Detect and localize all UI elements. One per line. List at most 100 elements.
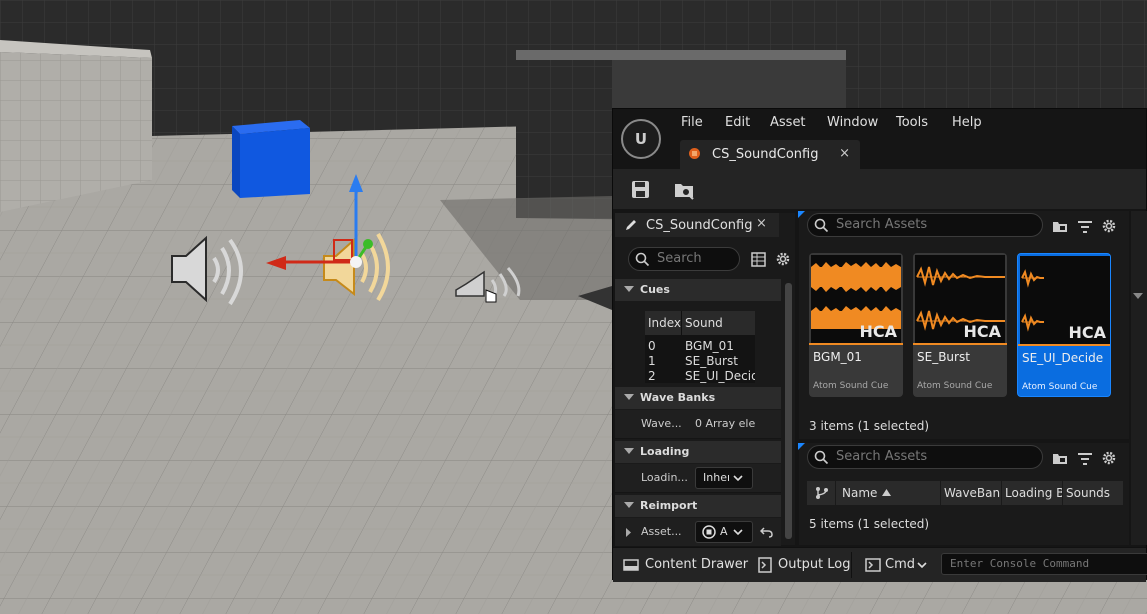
settings-gear-icon[interactable] (775, 251, 791, 267)
file-reference-icon (702, 525, 716, 539)
cues-table-header: Index Sound (645, 311, 755, 335)
table-row[interactable]: 1 SE_Burst (645, 354, 755, 369)
section-reimport-label: Reimport (640, 499, 698, 512)
reset-arrow-icon[interactable] (760, 526, 773, 538)
cue-sound: BGM_01 (685, 339, 734, 353)
col-sounds[interactable]: Sounds (1063, 481, 1123, 505)
settings-gear-icon[interactable] (1101, 218, 1117, 234)
terminal-icon (865, 558, 881, 572)
wave-banks-value: 0 Array elements (695, 417, 755, 430)
sound-config-icon (689, 148, 700, 159)
col-source-control[interactable] (807, 481, 835, 505)
hca-badge: HCA (859, 322, 897, 341)
col-wavebank-label: WaveBank (944, 486, 1001, 500)
tab-title: CS_SoundConfig (712, 147, 819, 162)
asset-search-input[interactable]: Search Assets (807, 213, 1043, 237)
hca-badge: HCA (963, 322, 1001, 341)
asset-name: BGM_01 (813, 350, 862, 364)
loading-dropdown[interactable]: Inherited (695, 467, 753, 489)
waveform-thumbnail: HCA (811, 255, 901, 343)
col-sound[interactable]: Sound (685, 316, 723, 330)
asset-type: Atom Sound Cue (813, 381, 889, 391)
status-bar: Content Drawer Output Log Cmd Enter Cons… (613, 547, 1147, 582)
menu-file[interactable]: File (681, 115, 703, 130)
folder-icon[interactable] (1052, 219, 1068, 235)
details-search-input[interactable]: Search (628, 247, 740, 271)
section-reimport[interactable]: Reimport (615, 495, 781, 517)
divider (851, 552, 852, 578)
cues-table: Index Sound 0 BGM_01 1 SE_Burst 2 SE_UI_… (645, 311, 755, 383)
content-drawer-icon (623, 559, 639, 571)
content-drawer-label: Content Drawer (645, 557, 749, 572)
asset-name: SE_Burst (917, 350, 970, 364)
asset-name: SE_UI_Decide (1022, 351, 1104, 365)
list-search-placeholder: Search Assets (836, 449, 928, 464)
collapse-arrow-icon (624, 286, 634, 292)
asset-tile-se-ui-decide[interactable]: HCA SE_UI_Decide Atom Sound Cue (1017, 253, 1111, 397)
filter-icon[interactable] (1077, 219, 1093, 235)
output-log-icon (758, 557, 772, 573)
tab-close-button[interactable]: × (839, 146, 850, 161)
collapsed-side-panel[interactable] (1131, 211, 1147, 545)
collapse-arrow-icon (624, 502, 634, 508)
menu-asset[interactable]: Asset (770, 115, 806, 130)
folder-icon[interactable] (1052, 451, 1068, 467)
branch-icon (816, 487, 828, 499)
asset-list-panel: Search Assets Name WaveBank Loading B So… (798, 443, 1129, 545)
asset-search-placeholder: Search Assets (836, 217, 928, 232)
settings-gear-icon[interactable] (1101, 450, 1117, 466)
menu-tools[interactable]: Tools (896, 115, 928, 130)
col-loading-label: Loading B (1005, 486, 1062, 500)
chevron-down-icon (733, 475, 743, 482)
panel-corner-marker (798, 211, 805, 218)
asset-tile-se-burst[interactable]: HCA SE_Burst Atom Sound Cue (913, 253, 1007, 397)
wave-banks-row: Wave... 0 Array elements (615, 410, 781, 439)
loading-row: Loadin... Inherited (615, 464, 781, 493)
menu-bar: File Edit Asset Window Tools Help (613, 109, 1146, 139)
browse-to-asset-icon[interactable] (673, 179, 695, 201)
col-wavebank[interactable]: WaveBank (941, 481, 1001, 505)
cue-index: 0 (648, 339, 656, 353)
console-command-input[interactable]: Enter Console Command (941, 553, 1147, 575)
section-loading[interactable]: Loading (615, 441, 781, 463)
table-view-icon[interactable] (751, 252, 766, 267)
collapse-arrow-icon (624, 394, 634, 400)
unreal-logo-icon: U (621, 119, 661, 159)
menu-window[interactable]: Window (827, 115, 878, 130)
reimport-dropdown-value: A (720, 525, 728, 538)
menu-edit[interactable]: Edit (725, 115, 750, 130)
search-icon (635, 252, 650, 267)
tab-cs-soundconfig[interactable]: CS_SoundConfig × (680, 140, 860, 169)
details-scrollbar[interactable] (785, 283, 792, 539)
pencil-icon (626, 220, 636, 230)
col-name[interactable]: Name (836, 481, 940, 505)
editor-toolbar (613, 169, 1146, 209)
section-wave-banks[interactable]: Wave Banks (615, 387, 781, 409)
waveform-thumbnail: HCA (1020, 256, 1110, 344)
expand-arrow-icon[interactable] (625, 528, 632, 537)
asset-tile-bgm01[interactable]: HCA BGM_01 Atom Sound Cue (809, 253, 903, 397)
list-column-headers: Name WaveBank Loading B Sounds (807, 481, 1123, 505)
details-tab-title: CS_SoundConfig (646, 218, 753, 233)
filter-icon[interactable] (1077, 451, 1093, 467)
waveform-thumbnail: HCA (915, 255, 1005, 343)
details-tab[interactable]: CS_SoundConfig × (615, 213, 779, 237)
col-loading[interactable]: Loading B (1002, 481, 1062, 505)
cue-index: 2 (648, 369, 656, 383)
asset-count: 3 items (1 selected) (809, 419, 930, 433)
menu-help[interactable]: Help (952, 115, 982, 130)
save-icon[interactable] (630, 179, 652, 201)
chevron-down-icon (917, 562, 927, 569)
details-tab-close-button[interactable]: × (756, 216, 767, 231)
list-search-input[interactable]: Search Assets (807, 445, 1043, 469)
table-row[interactable]: 0 BGM_01 (645, 339, 755, 354)
col-index[interactable]: Index (648, 316, 681, 330)
collapse-arrow-icon (1133, 293, 1143, 299)
table-row[interactable]: 2 SE_UI_Decide (645, 369, 755, 384)
cue-index: 1 (648, 354, 656, 368)
search-icon (814, 450, 829, 465)
cue-sound: SE_Burst (685, 354, 738, 368)
section-wave-banks-label: Wave Banks (640, 391, 716, 404)
reimport-dropdown[interactable]: A (695, 521, 753, 543)
section-cues[interactable]: Cues (615, 279, 781, 301)
